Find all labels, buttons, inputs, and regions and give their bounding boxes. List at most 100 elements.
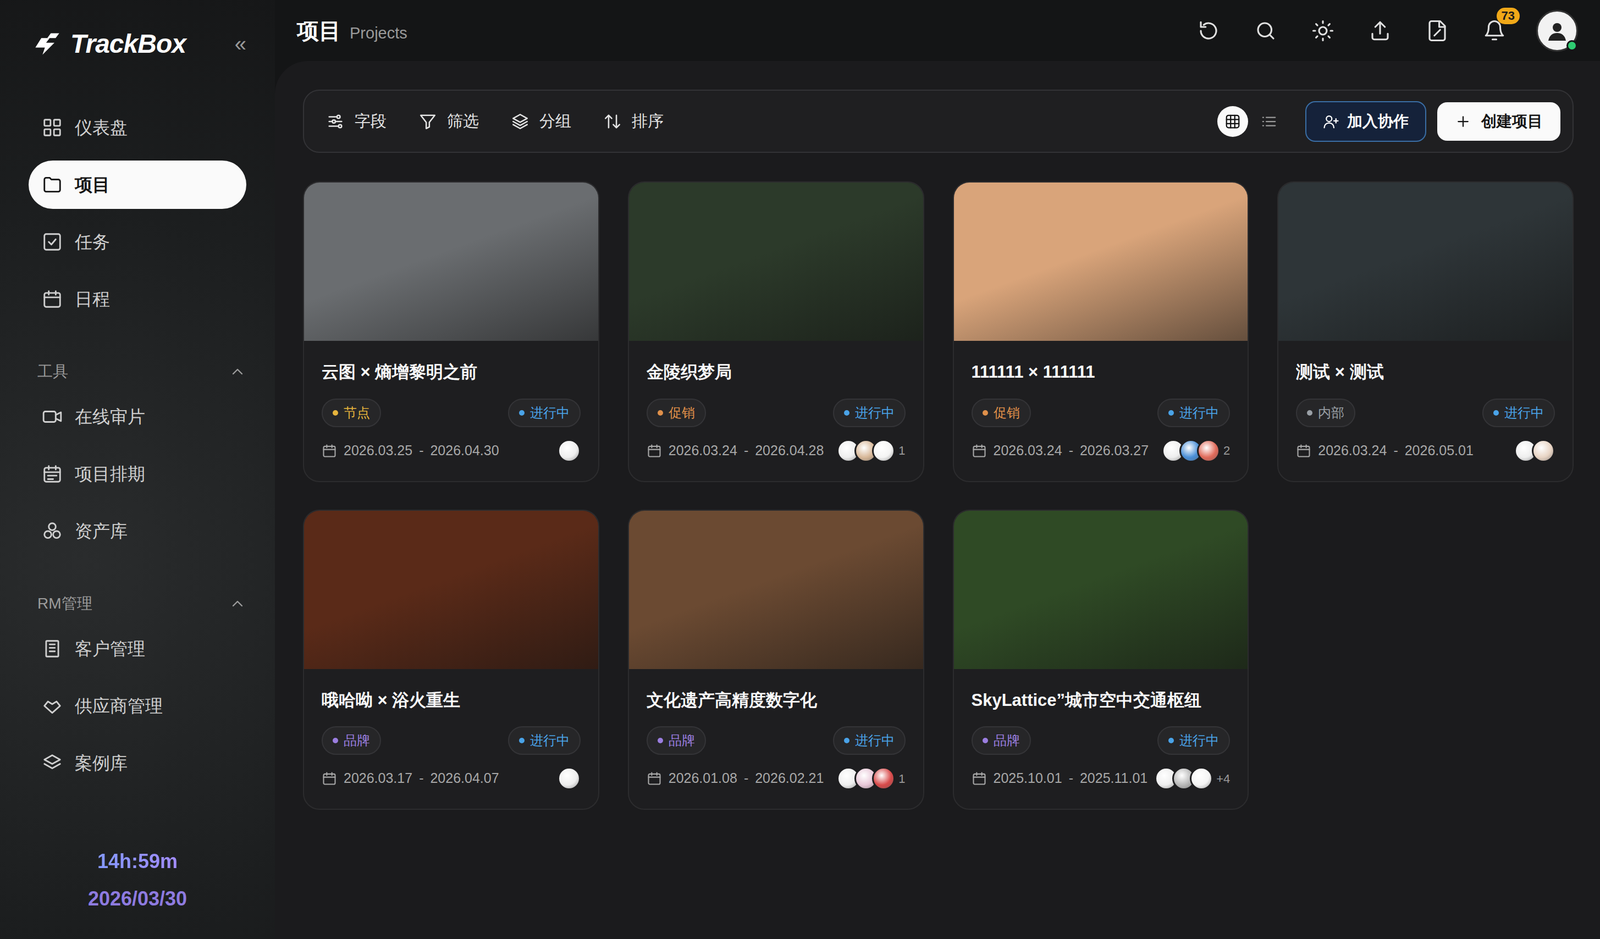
folder-icon [41, 174, 63, 196]
toolbar-button[interactable]: 分组 [510, 109, 572, 134]
end-date: 2026.03.27 [1079, 440, 1149, 462]
view-toggle[interactable] [1217, 106, 1249, 137]
start-date: 2026.03.24 [1317, 440, 1387, 462]
section-header[interactable]: 工具 [0, 355, 275, 389]
project-tag: 促销 [646, 398, 706, 428]
date-separator: - [418, 768, 424, 790]
file-button[interactable] [1421, 15, 1453, 47]
sidebar-item[interactable]: 仪表盘 [28, 103, 247, 152]
logo[interactable]: TrackBox [29, 24, 186, 64]
project-card[interactable]: 云图 × 熵增黎明之前节点进行中2026.03.25-2026.04.30 [302, 181, 600, 483]
sidebar-item[interactable]: 客户管理 [28, 624, 247, 673]
main-area: 项目Projects73字段筛选分组排序加入协作创建项目云图 × 熵增黎明之前节… [274, 0, 1600, 939]
join-button[interactable]: 加入协作 [1305, 101, 1427, 142]
sidebar-label: 供应商管理 [74, 692, 163, 720]
tag-row: 促销进行中 [971, 398, 1231, 428]
start-date: 2025.10.01 [993, 768, 1063, 790]
project-body: 111111 × 111111 促销进行中 2026.03.24-2026.03.2… [953, 340, 1249, 482]
upload-button[interactable] [1364, 15, 1396, 47]
sidebar-item[interactable]: 项目 [28, 160, 247, 209]
toolbar-button[interactable]: 排序 [603, 109, 664, 134]
calendar-icon [971, 443, 987, 459]
project-cover [629, 510, 924, 670]
project-cover [629, 182, 924, 341]
project-title: 文化遗产高精度数字化 [646, 687, 906, 714]
start-date: 2026.03.24 [668, 440, 738, 462]
tag-label: 节点 [343, 403, 371, 423]
project-grid: 云图 × 熵增黎明之前节点进行中2026.03.25-2026.04.30金陵织… [302, 181, 1574, 810]
user-avatar[interactable] [1536, 9, 1579, 52]
sidebar-item[interactable]: 在线审片 [28, 392, 247, 441]
sidebar-item[interactable]: 案例库 [28, 738, 247, 788]
refresh-button[interactable] [1193, 15, 1224, 47]
logo-icon [29, 29, 65, 59]
toolbar-label: 排序 [631, 109, 664, 134]
user-plus-icon [1322, 113, 1340, 130]
bell-button[interactable]: 73 [1479, 15, 1510, 47]
project-card[interactable]: 111111 × 111111 促销进行中 2026.03.24-2026.03.2… [952, 181, 1250, 483]
video-icon [41, 406, 63, 428]
more-members: 1 [898, 769, 906, 788]
member-avatar[interactable] [1531, 439, 1555, 463]
tag-row: 促销进行中 [646, 398, 906, 428]
project-status: 进行中 [1482, 398, 1555, 428]
sidebar-item[interactable]: 项目排期 [28, 449, 247, 499]
layers-icon [41, 752, 63, 774]
project-card[interactable]: 哦哈呦 × 浴火重生品牌进行中2026.03.17-2026.04.07 [302, 509, 600, 811]
end-date: 2026.04.28 [754, 440, 824, 462]
page-title: 项目 [296, 14, 341, 48]
sidebar-item[interactable]: 供应商管理 [28, 681, 247, 731]
project-cover [304, 182, 599, 341]
list-icon [1260, 113, 1278, 130]
date-separator: - [1068, 440, 1074, 462]
status-dot [1168, 737, 1174, 744]
create-label: 创建项目 [1481, 109, 1543, 134]
search-button[interactable] [1250, 15, 1282, 47]
member-avatars [557, 439, 581, 463]
project-card[interactable]: 文化遗产高精度数字化品牌进行中2026.01.08-2026.02.211 [627, 509, 925, 811]
view-toggle[interactable] [1253, 106, 1285, 137]
sun-icon [1311, 19, 1335, 43]
header-actions: 73 [1193, 9, 1579, 52]
member-avatar[interactable] [1196, 439, 1221, 463]
member-avatars: +4 [1154, 767, 1230, 791]
project-card[interactable]: SkyLattice”城市空中交通枢纽品牌进行中2025.10.01-2025.… [952, 509, 1250, 811]
more-members: +4 [1216, 769, 1230, 788]
status-dot [519, 737, 525, 744]
section-header[interactable]: RM管理 [0, 587, 275, 621]
end-date: 2026.04.30 [429, 440, 499, 462]
section-title: RM管理 [37, 592, 93, 616]
sidebar-item[interactable]: 日程 [28, 274, 247, 324]
grid-icon [1224, 113, 1241, 130]
project-title: 111111 × 111111 [971, 359, 1231, 386]
sidebar-item[interactable]: 资产库 [28, 506, 247, 556]
toolbar-button[interactable]: 字段 [326, 109, 387, 134]
tag-label: 品牌 [343, 730, 371, 751]
member-avatar[interactable] [872, 767, 896, 791]
toolbar-button[interactable]: 筛选 [418, 109, 479, 134]
member-avatar[interactable] [557, 767, 581, 791]
project-card[interactable]: 金陵织梦局促销进行中2026.03.24-2026.04.281 [627, 181, 925, 483]
member-avatar[interactable] [557, 439, 581, 463]
sun-button[interactable] [1307, 15, 1339, 47]
project-dates: 2026.03.24-2026.03.27 [971, 440, 1150, 462]
status-dot [1168, 410, 1174, 416]
sidebar-label: 案例库 [74, 749, 128, 777]
sidebar-section: RM管理客户管理供应商管理案例库 [0, 587, 275, 788]
tag-label: 内部 [1317, 403, 1345, 423]
project-card[interactable]: 测试 × 测试内部进行中2026.03.24-2026.05.01 [1277, 181, 1574, 483]
content-panel: 字段 筛选 分组 排序 加入协作 创建项目云图 × 熵增黎明之前节点进行中2026.03.… [274, 61, 1600, 939]
toolbar-label: 字段 [354, 109, 387, 134]
sidebar-item[interactable]: 任务 [28, 217, 247, 267]
sidebar-label: 客户管理 [74, 635, 146, 662]
client-icon [41, 638, 63, 660]
collapse-icon[interactable]: « [234, 28, 247, 60]
create-button[interactable]: 创建项目 [1437, 102, 1561, 141]
member-avatar[interactable] [872, 439, 896, 463]
tag-dot [657, 737, 664, 744]
task-icon [41, 231, 63, 253]
date-row: 2026.03.24-2026.04.281 [646, 439, 906, 463]
member-avatar[interactable] [1189, 767, 1213, 791]
date-separator: - [743, 440, 749, 462]
member-avatars: 1 [836, 767, 906, 791]
